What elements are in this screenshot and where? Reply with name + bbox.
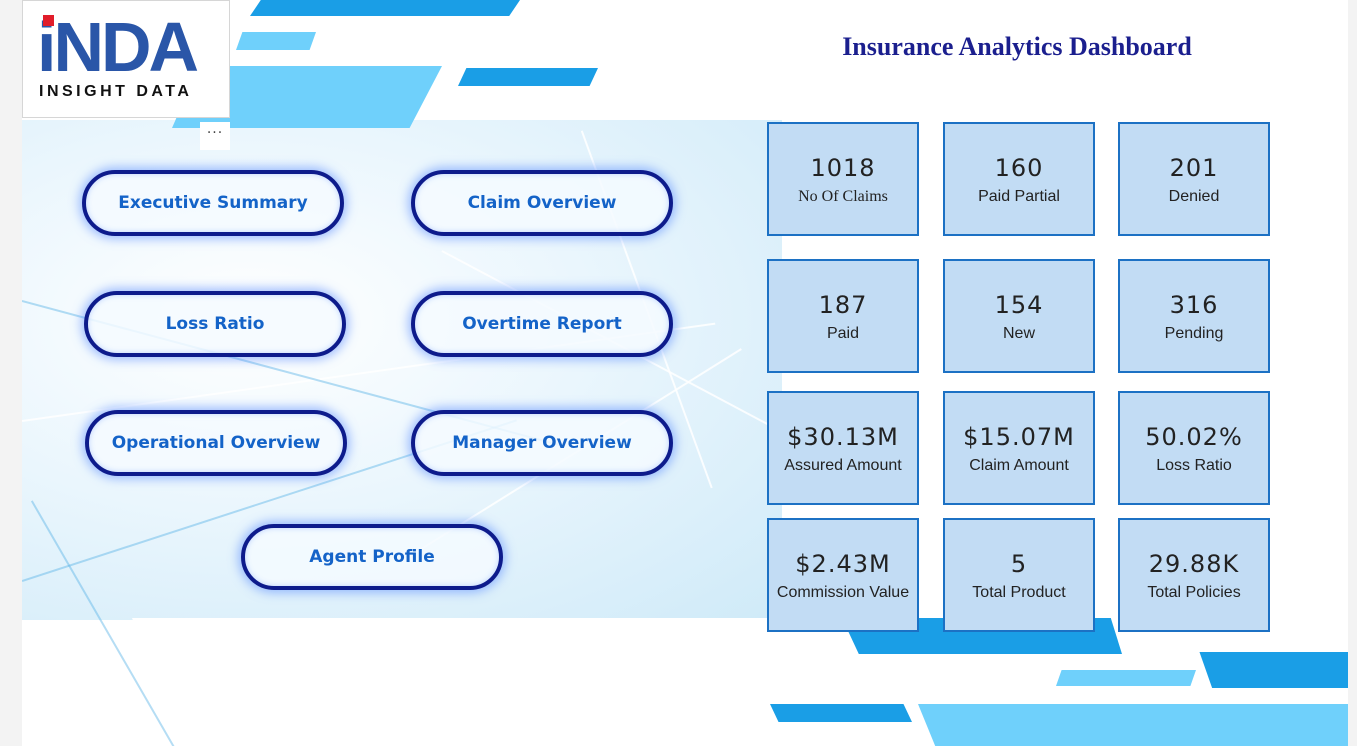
kpi-label: Pending xyxy=(1164,325,1224,342)
kpi-value: $15.07M xyxy=(963,423,1075,451)
kpi-value: 201 xyxy=(1169,154,1219,182)
kpi-value: 154 xyxy=(994,291,1044,319)
kpi-value: 1018 xyxy=(810,154,876,182)
kpi-value: 29.88K xyxy=(1148,550,1240,578)
decor-stripe xyxy=(918,704,1348,746)
kpi-label: Denied xyxy=(1168,188,1220,205)
claim-overview-button[interactable]: Claim Overview xyxy=(411,170,673,236)
company-logo: iNDA INSIGHT DATA xyxy=(22,0,230,118)
background-white-wedge xyxy=(132,618,792,746)
overtime-report-button[interactable]: Overtime Report xyxy=(411,291,673,357)
kpi-card-total-policies: 29.88K Total Policies xyxy=(1118,518,1270,632)
kpi-value: $30.13M xyxy=(787,423,899,451)
kpi-card-commission-value: $2.43M Commission Value xyxy=(767,518,919,632)
decor-stripe xyxy=(770,704,912,722)
report-canvas: iNDA INSIGHT DATA ··· Insurance Analytic… xyxy=(22,0,1348,746)
kpi-card-loss-ratio: 50.02% Loss Ratio xyxy=(1118,391,1270,505)
kpi-label: Paid Partial xyxy=(978,188,1060,205)
kpi-card-total-product: 5 Total Product xyxy=(943,518,1095,632)
kpi-label: New xyxy=(1002,325,1035,342)
kpi-card-paid: 187 Paid xyxy=(767,259,919,373)
kpi-card-assured-amount: $30.13M Assured Amount xyxy=(767,391,919,505)
kpi-label: Total Product xyxy=(972,584,1066,601)
kpi-label: Loss Ratio xyxy=(1156,457,1232,474)
decor-stripe xyxy=(1056,670,1196,686)
left-gutter xyxy=(0,0,22,746)
kpi-value: 316 xyxy=(1169,291,1219,319)
manager-overview-button[interactable]: Manager Overview xyxy=(411,410,673,476)
kpi-label: Total Policies xyxy=(1147,584,1241,601)
executive-summary-button[interactable]: Executive Summary xyxy=(82,170,344,236)
right-scrollbar-gutter xyxy=(1348,0,1357,746)
operational-overview-button[interactable]: Operational Overview xyxy=(85,410,347,476)
decor-stripe xyxy=(458,68,598,86)
kpi-card-paid-partial: 160 Paid Partial xyxy=(943,122,1095,236)
logo-subtitle: INSIGHT DATA xyxy=(39,83,193,100)
decor-stripe xyxy=(250,0,520,16)
logo-red-dot xyxy=(43,15,54,26)
kpi-card-no-of-claims: 1018 No Of Claims xyxy=(767,122,919,236)
kpi-card-claim-amount: $15.07M Claim Amount xyxy=(943,391,1095,505)
kpi-card-denied: 201 Denied xyxy=(1118,122,1270,236)
more-options-icon[interactable]: ··· xyxy=(200,122,230,150)
kpi-label: No Of Claims xyxy=(798,188,888,205)
kpi-label: Assured Amount xyxy=(784,457,902,474)
decor-stripe xyxy=(1199,652,1348,688)
kpi-card-new: 154 New xyxy=(943,259,1095,373)
agent-profile-button[interactable]: Agent Profile xyxy=(241,524,503,590)
kpi-label: Claim Amount xyxy=(969,457,1069,474)
kpi-label: Commission Value xyxy=(776,584,910,601)
logo-mark: iNDA xyxy=(37,8,199,86)
kpi-value: 187 xyxy=(818,291,868,319)
kpi-value: 5 xyxy=(1010,550,1028,578)
loss-ratio-button[interactable]: Loss Ratio xyxy=(84,291,346,357)
kpi-value: $2.43M xyxy=(795,550,891,578)
kpi-value: 160 xyxy=(994,154,1044,182)
kpi-label: Paid xyxy=(826,325,860,342)
kpi-card-pending: 316 Pending xyxy=(1118,259,1270,373)
decor-stripe xyxy=(236,32,316,50)
kpi-value: 50.02% xyxy=(1145,423,1243,451)
page-title: Insurance Analytics Dashboard xyxy=(842,32,1192,61)
